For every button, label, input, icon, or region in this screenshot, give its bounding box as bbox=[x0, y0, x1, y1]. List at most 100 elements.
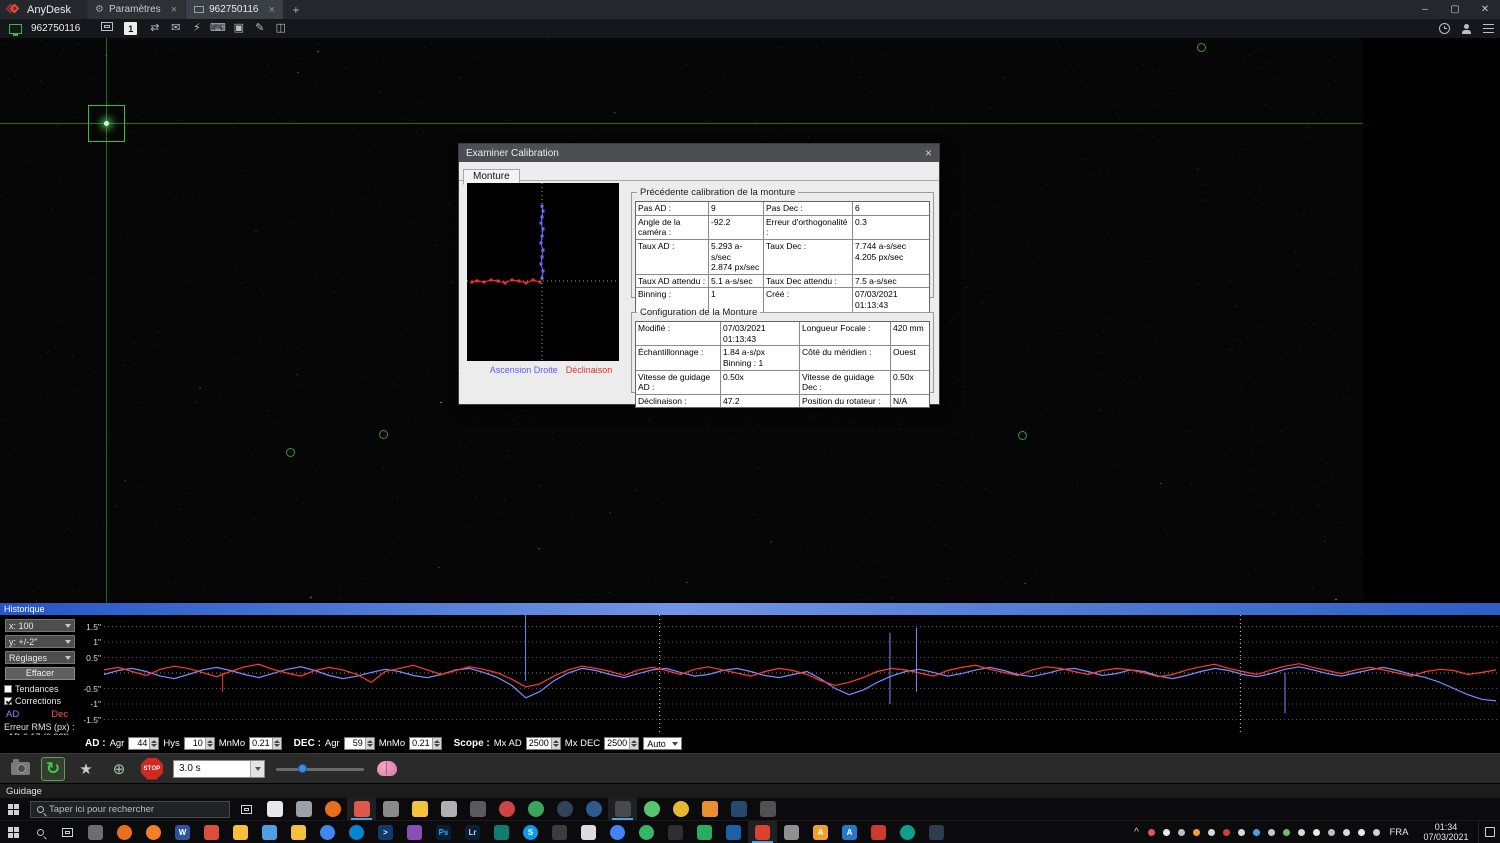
tab-parametres[interactable]: ⚙ Paramètres × bbox=[87, 0, 185, 19]
spinner-arrows[interactable] bbox=[551, 738, 560, 749]
app-icon[interactable] bbox=[864, 821, 893, 843]
spinner-arrows[interactable] bbox=[205, 738, 214, 749]
app-icon[interactable] bbox=[400, 821, 429, 843]
chat-icon[interactable]: ✉ bbox=[165, 19, 186, 38]
actions-icon[interactable]: ⚡ bbox=[186, 19, 207, 38]
remote-task-view-button[interactable] bbox=[233, 798, 260, 820]
tab-close-icon[interactable]: × bbox=[171, 4, 177, 16]
anydesk-icon[interactable] bbox=[748, 821, 777, 843]
tray-icon[interactable] bbox=[1174, 829, 1189, 836]
firefox-icon[interactable] bbox=[110, 821, 139, 843]
app-icon[interactable]: A bbox=[835, 821, 864, 843]
screens-icon[interactable] bbox=[96, 19, 117, 38]
tray-icon[interactable] bbox=[1189, 829, 1204, 836]
taskbar-clock[interactable]: 01:34 07/03/2021 bbox=[1414, 822, 1478, 842]
notepad-icon[interactable] bbox=[260, 798, 289, 820]
spinner-arrows[interactable] bbox=[629, 738, 638, 749]
permissions-icon[interactable] bbox=[1462, 24, 1471, 34]
powershell-icon[interactable]: > bbox=[371, 821, 400, 843]
brain-settings-button[interactable] bbox=[375, 757, 399, 781]
file-transfer-icon[interactable]: ⇄ bbox=[144, 19, 165, 38]
stellarium-icon[interactable] bbox=[637, 798, 666, 820]
monitor-1-button[interactable]: 1 bbox=[124, 22, 137, 35]
chrome-icon[interactable] bbox=[313, 821, 342, 843]
local-task-view-button[interactable] bbox=[54, 821, 81, 843]
folder-icon[interactable] bbox=[284, 821, 313, 843]
tray-icon[interactable] bbox=[1204, 829, 1219, 836]
photoshop-icon[interactable]: Ps bbox=[429, 821, 458, 843]
app-icon[interactable] bbox=[289, 798, 318, 820]
search-input[interactable] bbox=[49, 804, 209, 815]
dialog-close-button[interactable]: × bbox=[925, 146, 932, 160]
menu-icon[interactable] bbox=[1483, 24, 1494, 33]
app-icon[interactable] bbox=[777, 821, 806, 843]
close-button[interactable]: ✕ bbox=[1470, 0, 1500, 19]
app-icon[interactable] bbox=[666, 798, 695, 820]
ra-minmove-spinner[interactable]: 0.21 bbox=[249, 737, 282, 750]
local-start-button[interactable] bbox=[0, 821, 27, 843]
app-icon[interactable] bbox=[255, 821, 284, 843]
camera-app-icon[interactable] bbox=[376, 798, 405, 820]
exposure-select[interactable]: 3.0 s bbox=[173, 760, 265, 778]
app-icon[interactable] bbox=[753, 798, 782, 820]
app-icon[interactable] bbox=[632, 821, 661, 843]
firefox-icon[interactable] bbox=[318, 798, 347, 820]
maximize-button[interactable]: ▢ bbox=[1440, 0, 1470, 19]
tray-icon[interactable] bbox=[1369, 829, 1384, 836]
color-wheel-icon[interactable] bbox=[492, 798, 521, 820]
sharpcap-icon[interactable] bbox=[521, 798, 550, 820]
vlc-icon[interactable] bbox=[139, 821, 168, 843]
app-icon[interactable] bbox=[719, 821, 748, 843]
ra-aggression-spinner[interactable]: 44 bbox=[128, 737, 159, 750]
app-icon[interactable] bbox=[579, 798, 608, 820]
connection-info-icon[interactable] bbox=[1439, 23, 1450, 34]
tray-icon[interactable] bbox=[1279, 829, 1294, 836]
app-icon[interactable] bbox=[197, 821, 226, 843]
tray-icon[interactable] bbox=[1234, 829, 1249, 836]
app-icon[interactable] bbox=[893, 821, 922, 843]
tray-icon[interactable] bbox=[1264, 829, 1279, 836]
tray-icon[interactable] bbox=[1294, 829, 1309, 836]
tab-close-icon[interactable]: × bbox=[268, 4, 274, 16]
app-icon[interactable] bbox=[550, 798, 579, 820]
minimize-button[interactable]: – bbox=[1410, 0, 1440, 19]
tray-icon[interactable] bbox=[1159, 829, 1174, 836]
whiteboard-icon[interactable]: ✎ bbox=[249, 19, 270, 38]
app-icon[interactable] bbox=[661, 821, 690, 843]
tray-icon[interactable] bbox=[1219, 829, 1234, 836]
remote-start-button[interactable] bbox=[0, 798, 27, 820]
app-icon[interactable]: A bbox=[806, 821, 835, 843]
app-icon[interactable] bbox=[545, 821, 574, 843]
phd2-icon[interactable] bbox=[347, 798, 376, 820]
language-indicator[interactable]: FRA bbox=[1384, 827, 1414, 838]
x-scale-select[interactable]: x: 100 bbox=[5, 619, 75, 632]
spinner-arrows[interactable] bbox=[149, 738, 158, 749]
ra-hysteresis-spinner[interactable]: 10 bbox=[184, 737, 215, 750]
skype-icon[interactable]: S bbox=[516, 821, 545, 843]
local-search-button[interactable] bbox=[27, 821, 54, 843]
chrome-icon[interactable] bbox=[603, 821, 632, 843]
camera-button[interactable] bbox=[8, 757, 32, 781]
tray-icon[interactable] bbox=[1339, 829, 1354, 836]
y-scale-select[interactable]: y: +/-2" bbox=[5, 635, 75, 648]
app-icon[interactable] bbox=[690, 821, 719, 843]
spinner-arrows[interactable] bbox=[272, 738, 281, 749]
tab-session[interactable]: 962750116 × bbox=[186, 0, 283, 19]
dec-aggression-spinner[interactable]: 59 bbox=[344, 737, 375, 750]
slider-thumb[interactable] bbox=[298, 764, 307, 773]
tray-icon[interactable] bbox=[1144, 829, 1159, 836]
app-icon[interactable] bbox=[724, 798, 753, 820]
tray-icon[interactable] bbox=[1249, 829, 1264, 836]
word-icon[interactable]: W bbox=[168, 821, 197, 843]
lightroom-icon[interactable]: Lr bbox=[458, 821, 487, 843]
folder-icon[interactable] bbox=[226, 821, 255, 843]
stop-button[interactable]: STOP bbox=[140, 757, 164, 781]
spinner-arrows[interactable] bbox=[365, 738, 374, 749]
new-tab-button[interactable]: + bbox=[284, 0, 308, 19]
app-icon[interactable] bbox=[695, 798, 724, 820]
max-ra-spinner[interactable]: 2500 bbox=[526, 737, 561, 750]
tray-icon[interactable] bbox=[1324, 829, 1339, 836]
corrections-checkbox[interactable] bbox=[4, 697, 12, 705]
tray-icon[interactable] bbox=[1309, 829, 1324, 836]
trendlines-checkbox[interactable] bbox=[4, 685, 12, 693]
